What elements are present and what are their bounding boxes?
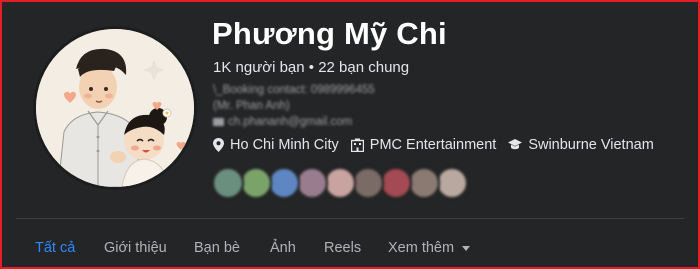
tab-more-label: Xem thêm (388, 240, 455, 256)
mutual-friend-avatar[interactable] (436, 167, 468, 199)
avatar-illustration (36, 29, 194, 187)
tab-all[interactable]: Tất cả (35, 240, 75, 256)
tab-friends[interactable]: Bạn bè (194, 240, 240, 256)
building-icon (350, 138, 364, 152)
mutual-friend-avatar[interactable] (352, 167, 384, 199)
friends-count[interactable]: 1K người bạn • 22 bạn chung (213, 59, 409, 76)
mutual-friend-avatar[interactable] (268, 167, 300, 199)
profile-name: Phương Mỹ Chi (212, 16, 447, 51)
profile-avatar[interactable] (33, 26, 197, 190)
info-location[interactable]: Ho Chi Minh City (213, 137, 339, 153)
mutual-friends-avatars[interactable] (212, 167, 468, 199)
bio-email-text: ch.phananh@gmail.com (228, 116, 353, 128)
info-education[interactable]: Swinburne Vietnam (508, 137, 654, 153)
info-work[interactable]: PMC Entertainment (350, 137, 497, 153)
mail-icon (213, 118, 224, 126)
education-text: Swinburne Vietnam (528, 137, 654, 153)
work-text: PMC Entertainment (369, 137, 497, 153)
mutual-friend-avatar[interactable] (296, 167, 328, 199)
tab-reels[interactable]: Reels (324, 240, 361, 256)
tab-about[interactable]: Giới thiệu (104, 240, 167, 256)
bio-line-email: ch.phananh@gmail.com (213, 114, 375, 130)
tabs-divider (16, 218, 684, 219)
profile-header: Phương Mỹ Chi 1K người bạn • 22 bạn chun… (0, 0, 700, 269)
bio-line-contact: (Mr. Phan Anh) (213, 100, 290, 112)
profile-info-row: Ho Chi Minh City PMC Entertainment Swinb… (213, 137, 666, 153)
bio-line-booking: \_Booking contact: 0989996455 (213, 84, 375, 96)
mutual-friend-avatar[interactable] (408, 167, 440, 199)
mutual-friend-avatar[interactable] (240, 167, 272, 199)
tab-photos[interactable]: Ảnh (270, 240, 296, 256)
mutual-friend-avatar[interactable] (324, 167, 356, 199)
mutual-friend-avatar[interactable] (380, 167, 412, 199)
caret-down-icon (462, 245, 471, 251)
profile-bio: \_Booking contact: 0989996455 (Mr. Phan … (213, 82, 375, 130)
tab-more[interactable]: Xem thêm (388, 240, 471, 256)
location-text: Ho Chi Minh City (230, 137, 339, 153)
mutual-friend-avatar[interactable] (212, 167, 244, 199)
graduation-cap-icon (508, 139, 523, 151)
location-pin-icon (213, 138, 224, 152)
profile-tabs: Tất cả Giới thiệu Bạn bè Ảnh Reels Xem t… (2, 228, 698, 267)
